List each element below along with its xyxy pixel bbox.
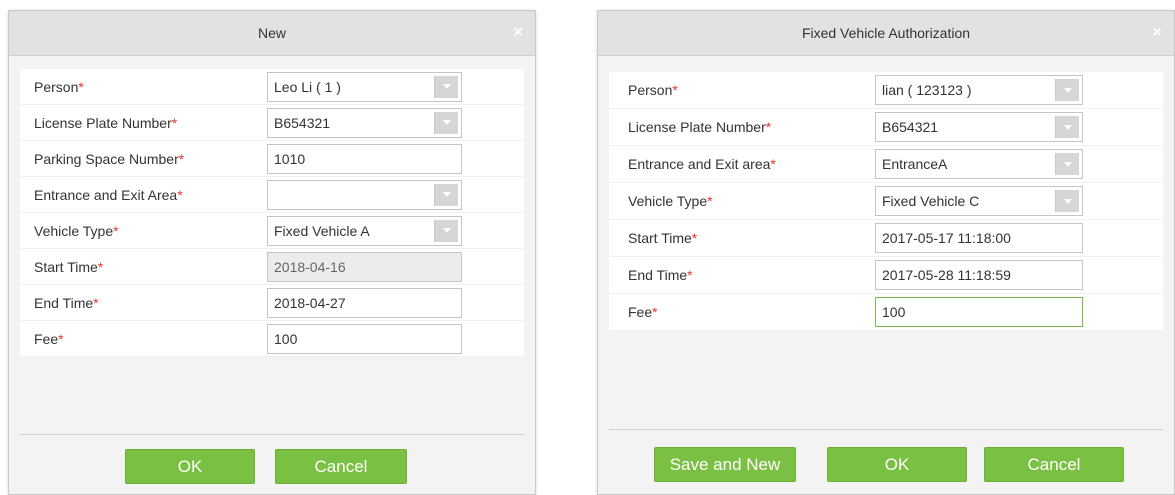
ok-button[interactable]: OK bbox=[125, 449, 255, 484]
start-time-value: 2017-05-17 11:18:00 bbox=[882, 230, 1011, 246]
form-row-fee: Fee* 100 bbox=[609, 294, 1163, 331]
form-row-start-time: Start Time* 2017-05-17 11:18:00 bbox=[609, 220, 1163, 257]
vehicle-type-label: Vehicle Type* bbox=[628, 193, 713, 209]
start-time-label: Start Time* bbox=[628, 230, 698, 246]
vehicle-type-value: Fixed Vehicle C bbox=[882, 193, 980, 209]
parking-space-value: 1010 bbox=[274, 150, 306, 167]
cancel-button[interactable]: Cancel bbox=[275, 449, 407, 484]
end-time-label: End Time* bbox=[34, 294, 99, 311]
start-time-input[interactable]: 2017-05-17 11:18:00 bbox=[875, 223, 1083, 253]
fee-label: Fee* bbox=[34, 330, 64, 347]
form-row-area: Entrance and Exit area* EntranceA bbox=[609, 146, 1163, 183]
end-time-input[interactable]: 2017-05-28 11:18:59 bbox=[875, 260, 1083, 290]
close-icon[interactable]: × bbox=[509, 24, 527, 42]
required-mark: * bbox=[93, 294, 99, 311]
required-mark: * bbox=[652, 304, 658, 320]
required-mark: * bbox=[78, 78, 84, 95]
fixed-vehicle-authorization-dialog: Fixed Vehicle Authorization × Person* li… bbox=[597, 10, 1175, 495]
end-time-label: End Time* bbox=[628, 267, 693, 283]
vehicle-type-value: Fixed Vehicle A bbox=[274, 222, 370, 239]
fee-value: 100 bbox=[274, 330, 298, 347]
end-time-value: 2018-04-27 bbox=[274, 294, 346, 311]
form-row-vehicle-type: Vehicle Type* Fixed Vehicle C bbox=[609, 183, 1163, 220]
required-mark: * bbox=[171, 114, 178, 131]
entrance-exit-area-select[interactable] bbox=[267, 179, 462, 210]
vehicle-type-select[interactable]: Fixed Vehicle A bbox=[267, 215, 462, 246]
entrance-exit-area-select[interactable]: EntranceA bbox=[875, 149, 1083, 179]
start-time-label: Start Time* bbox=[34, 258, 104, 275]
dialog-title: New bbox=[257, 25, 286, 41]
dialog-titlebar: Fixed Vehicle Authorization × bbox=[598, 11, 1174, 56]
new-dialog: New × Person* Leo Li ( 1 ) License Plate… bbox=[8, 10, 536, 495]
chevron-down-icon[interactable] bbox=[1055, 190, 1079, 212]
required-mark: * bbox=[765, 119, 772, 135]
person-label: Person* bbox=[628, 82, 678, 98]
chevron-down-icon[interactable] bbox=[1055, 79, 1079, 101]
entrance-exit-area-label: Entrance and Exit Area* bbox=[34, 186, 183, 203]
entrance-exit-area-value: EntranceA bbox=[882, 156, 948, 172]
form-row-vehicle-type: Vehicle Type* Fixed Vehicle A bbox=[20, 213, 524, 249]
person-value: Leo Li ( 1 ) bbox=[274, 78, 341, 95]
form-row-end-time: End Time* 2018-04-27 bbox=[20, 285, 524, 321]
dialog-titlebar: New × bbox=[9, 11, 535, 56]
required-mark: * bbox=[97, 258, 104, 275]
license-plate-label: License Plate Number* bbox=[628, 119, 772, 135]
license-plate-select[interactable]: B654321 bbox=[267, 107, 462, 138]
person-select[interactable]: Leo Li ( 1 ) bbox=[267, 71, 462, 102]
parking-space-label: Parking Space Number* bbox=[34, 150, 185, 167]
save-and-new-button[interactable]: Save and New bbox=[654, 447, 796, 482]
vehicle-type-select[interactable]: Fixed Vehicle C bbox=[875, 186, 1083, 216]
required-mark: * bbox=[58, 330, 64, 347]
required-mark: * bbox=[113, 222, 119, 239]
vehicle-type-label: Vehicle Type* bbox=[34, 222, 119, 239]
chevron-down-icon[interactable] bbox=[434, 183, 458, 206]
form-row-end-time: End Time* 2017-05-28 11:18:59 bbox=[609, 257, 1163, 294]
start-time-value: 2018-04-16 bbox=[274, 258, 346, 275]
form: Person* Leo Li ( 1 ) License Plate Numbe… bbox=[20, 69, 524, 357]
chevron-down-icon[interactable] bbox=[434, 75, 458, 98]
person-value: lian ( 123123 ) bbox=[882, 82, 972, 98]
form-row-license: License Plate Number* B654321 bbox=[20, 105, 524, 141]
start-time-input: 2018-04-16 bbox=[267, 251, 462, 282]
form-row-person: Person* Leo Li ( 1 ) bbox=[20, 69, 524, 105]
chevron-down-icon[interactable] bbox=[1055, 153, 1079, 175]
license-plate-select[interactable]: B654321 bbox=[875, 112, 1083, 142]
end-time-value: 2017-05-28 11:18:59 bbox=[882, 267, 1011, 283]
license-plate-value: B654321 bbox=[274, 114, 331, 131]
form: Person* lian ( 123123 ) License Plate Nu… bbox=[609, 72, 1163, 331]
form-row-area: Entrance and Exit Area* bbox=[20, 177, 524, 213]
ok-button[interactable]: OK bbox=[827, 447, 967, 482]
form-row-parking: Parking Space Number* 1010 bbox=[20, 141, 524, 177]
license-plate-label: License Plate Number* bbox=[34, 114, 178, 131]
end-time-input[interactable]: 2018-04-27 bbox=[267, 287, 462, 318]
fee-input[interactable]: 100 bbox=[875, 297, 1083, 327]
required-mark: * bbox=[770, 156, 776, 172]
chevron-down-icon[interactable] bbox=[1055, 116, 1079, 138]
required-mark: * bbox=[691, 230, 698, 246]
person-label: Person* bbox=[34, 78, 84, 95]
form-row-person: Person* lian ( 123123 ) bbox=[609, 72, 1163, 109]
license-plate-value: B654321 bbox=[882, 119, 939, 135]
form-row-license: License Plate Number* B654321 bbox=[609, 109, 1163, 146]
required-mark: * bbox=[707, 193, 713, 209]
parking-space-input[interactable]: 1010 bbox=[267, 143, 462, 174]
fee-value: 100 bbox=[882, 304, 906, 320]
required-mark: * bbox=[177, 186, 183, 203]
close-icon[interactable]: × bbox=[1148, 24, 1166, 42]
divider bbox=[20, 434, 524, 435]
cancel-button[interactable]: Cancel bbox=[984, 447, 1124, 482]
form-row-start-time: Start Time* 2018-04-16 bbox=[20, 249, 524, 285]
entrance-exit-area-label: Entrance and Exit area* bbox=[628, 156, 776, 172]
dialog-title: Fixed Vehicle Authorization bbox=[801, 25, 971, 41]
required-mark: * bbox=[178, 150, 185, 167]
chevron-down-icon[interactable] bbox=[434, 219, 458, 242]
form-row-fee: Fee* 100 bbox=[20, 321, 524, 357]
required-mark: * bbox=[672, 82, 678, 98]
divider bbox=[609, 429, 1163, 430]
chevron-down-icon[interactable] bbox=[434, 111, 458, 134]
person-select[interactable]: lian ( 123123 ) bbox=[875, 75, 1083, 105]
fee-input[interactable]: 100 bbox=[267, 323, 462, 354]
fee-label: Fee* bbox=[628, 304, 658, 320]
required-mark: * bbox=[687, 267, 693, 283]
